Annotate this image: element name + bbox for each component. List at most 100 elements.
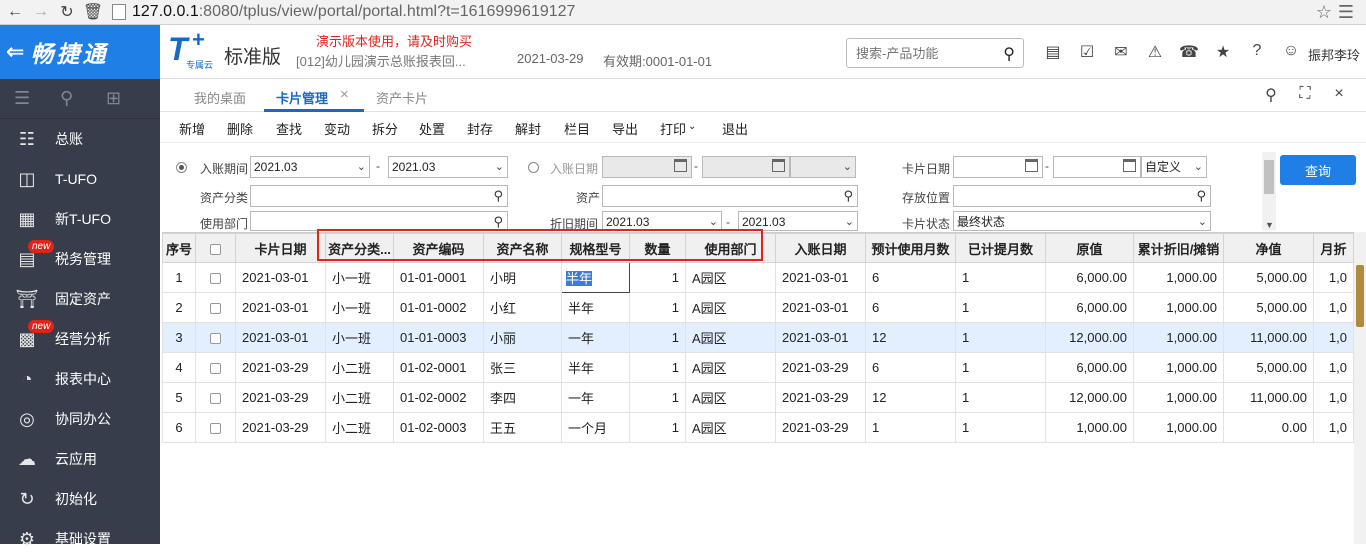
table-cell[interactable]: 小明 xyxy=(483,262,562,293)
chevron-down-icon[interactable]: ⌄ xyxy=(495,157,504,177)
entry-period-radio[interactable] xyxy=(176,162,187,173)
row-checkbox[interactable] xyxy=(210,423,221,435)
chevron-down-icon[interactable]: ⌄ xyxy=(843,157,852,177)
table-cell[interactable]: 2021-03-29 xyxy=(235,382,326,413)
toolbar-button[interactable]: 删除 xyxy=(227,119,253,138)
table-cell[interactable]: 1 xyxy=(629,412,686,443)
table-cell[interactable]: 2021-03-01 xyxy=(235,322,326,353)
table-cell[interactable]: 2021-03-29 xyxy=(775,352,866,383)
table-cell[interactable]: 6,000.00 xyxy=(1045,292,1134,323)
table-cell[interactable]: 5 xyxy=(162,382,196,413)
entry-date-from[interactable] xyxy=(602,156,692,178)
table-row[interactable]: 2 2021-03-01 小一班 01-01-0002 小红 半年 1 A园区 2021-03-… xyxy=(162,292,1354,323)
table-cell[interactable] xyxy=(195,412,236,443)
calendar-icon[interactable] xyxy=(1123,159,1136,172)
table-cell[interactable]: 1,000.00 xyxy=(1133,382,1224,413)
table-cell[interactable]: 张三 xyxy=(483,352,562,383)
table-cell[interactable]: 1,000.00 xyxy=(1133,352,1224,383)
entry-date-mode[interactable]: ⌄ xyxy=(790,156,856,178)
table-cell[interactable]: 1 xyxy=(865,412,956,443)
table-cell[interactable]: 1 xyxy=(955,262,1046,293)
toolbar-button[interactable]: 处置 xyxy=(419,119,445,138)
table-cell[interactable]: 01-02-0003 xyxy=(393,412,484,443)
close-all-icon[interactable]: × xyxy=(1322,85,1356,105)
table-cell[interactable]: 01-02-0002 xyxy=(393,382,484,413)
select-all-checkbox[interactable] xyxy=(210,243,221,255)
table-cell[interactable]: 2021-03-01 xyxy=(775,322,866,353)
table-cell[interactable]: 小二班 xyxy=(325,412,394,443)
column-header[interactable]: 卡片日期 xyxy=(235,233,326,263)
table-cell[interactable]: 1 xyxy=(955,352,1046,383)
table-cell[interactable]: A园区 xyxy=(685,292,776,323)
search-module-icon[interactable]: ⚲ xyxy=(60,88,106,109)
entry-period-from[interactable]: 2021.03 ⌄ xyxy=(250,156,370,178)
add-shortcut-icon[interactable]: ⊞ xyxy=(106,88,152,109)
table-cell[interactable]: 1,0 xyxy=(1313,262,1354,293)
column-header[interactable]: 净值 xyxy=(1223,233,1314,263)
table-cell[interactable]: 2021-03-29 xyxy=(775,412,866,443)
lookup-search-icon[interactable]: ⚲ xyxy=(493,186,503,206)
back-icon[interactable]: ← xyxy=(4,1,26,23)
close-tab-icon[interactable]: × xyxy=(340,86,349,103)
table-cell[interactable]: 小一班 xyxy=(325,292,394,323)
table-cell[interactable]: 1,0 xyxy=(1313,412,1354,443)
table-cell[interactable]: 1,0 xyxy=(1313,352,1354,383)
lookup-search-icon[interactable]: ⚲ xyxy=(1196,186,1206,206)
tab-card-management[interactable]: 卡片管理 xyxy=(276,88,328,107)
entry-period-to[interactable]: 2021.03 ⌄ xyxy=(388,156,508,178)
toolbar-button[interactable]: 变动 xyxy=(324,119,350,138)
table-cell[interactable]: 小二班 xyxy=(325,382,394,413)
sidebar-item[interactable]: ⛩ 固定资产 xyxy=(0,279,160,319)
company-name[interactable]: [012]幼儿园演示总账报表回... xyxy=(296,51,466,70)
table-cell[interactable]: 2021-03-01 xyxy=(775,292,866,323)
table-cell[interactable]: 1,0 xyxy=(1313,382,1354,413)
filter-scrollbar[interactable]: ▼ xyxy=(1262,152,1276,230)
table-cell[interactable]: 1,000.00 xyxy=(1133,262,1224,293)
table-cell[interactable]: 12,000.00 xyxy=(1045,322,1134,353)
table-cell[interactable]: 01-01-0002 xyxy=(393,292,484,323)
column-header[interactable]: 累计折旧/摊销 xyxy=(1133,233,1224,263)
alert-bell-icon[interactable]: ⚠ xyxy=(1138,42,1172,62)
table-cell[interactable]: A园区 xyxy=(685,262,776,293)
table-cell[interactable]: 2021-03-29 xyxy=(235,412,326,443)
sidebar-item[interactable]: ☷ 总账 xyxy=(0,119,160,159)
table-row[interactable]: 6 2021-03-29 小二班 01-02-0003 王五 一个月 1 A园区 2021-03… xyxy=(162,412,1354,443)
fullscreen-icon[interactable]: ⛶ xyxy=(1288,85,1322,105)
sidebar-item[interactable]: ▦ 新T-UFO xyxy=(0,199,160,239)
table-cell[interactable]: 1 xyxy=(955,382,1046,413)
table-cell[interactable]: 6 xyxy=(162,412,196,443)
table-cell[interactable]: A园区 xyxy=(685,352,776,383)
column-header[interactable]: 入账日期 xyxy=(775,233,866,263)
table-cell[interactable]: 1 xyxy=(955,322,1046,353)
table-cell[interactable]: 一年 xyxy=(561,382,630,413)
table-cell[interactable]: 半年 xyxy=(561,262,630,293)
phone-icon[interactable]: ☎ xyxy=(1172,42,1206,62)
table-cell[interactable]: 12,000.00 xyxy=(1045,382,1134,413)
column-header[interactable]: 预计使用月数 xyxy=(865,233,956,263)
sidebar-item[interactable]: ▩ new 经营分析 xyxy=(0,319,160,359)
table-cell[interactable]: 6 xyxy=(865,352,956,383)
sidebar-item[interactable]: ↻ 初始化 xyxy=(0,479,160,519)
table-cell[interactable]: 1,000.00 xyxy=(1133,412,1224,443)
sidebar-item[interactable]: ▤ new 税务管理 xyxy=(0,239,160,279)
column-header[interactable]: 原值 xyxy=(1045,233,1134,263)
table-cell[interactable]: 2 xyxy=(162,292,196,323)
table-cell[interactable]: 6,000.00 xyxy=(1045,352,1134,383)
dept-field[interactable]: ⚲ xyxy=(250,211,508,231)
chevron-down-icon[interactable]: ⌄ xyxy=(1194,157,1203,177)
demo-notice[interactable]: 演示版本使用，请及时购买 xyxy=(316,31,472,50)
sidebar-item[interactable]: ⚙ 基础设置 xyxy=(0,519,160,559)
table-cell[interactable]: 6 xyxy=(865,292,956,323)
address-bar[interactable]: 127.0.0.1:8080/tplus/view/portal/portal.… xyxy=(112,2,1292,23)
toolbar-button[interactable]: 查找 xyxy=(276,119,302,138)
tab-my-desktop[interactable]: 我的桌面 xyxy=(194,88,246,107)
forward-icon[interactable]: → xyxy=(30,1,52,23)
row-checkbox[interactable] xyxy=(210,393,221,405)
table-cell[interactable]: 3 xyxy=(162,322,196,353)
table-cell[interactable]: 2021-03-01 xyxy=(235,292,326,323)
table-cell[interactable]: 1 xyxy=(629,322,686,353)
table-cell[interactable]: 1 xyxy=(162,262,196,293)
browser-menu-icon[interactable]: ☰ xyxy=(1338,2,1354,23)
tab-search-icon[interactable]: ⚲ xyxy=(1254,85,1288,105)
row-checkbox[interactable] xyxy=(210,333,221,345)
